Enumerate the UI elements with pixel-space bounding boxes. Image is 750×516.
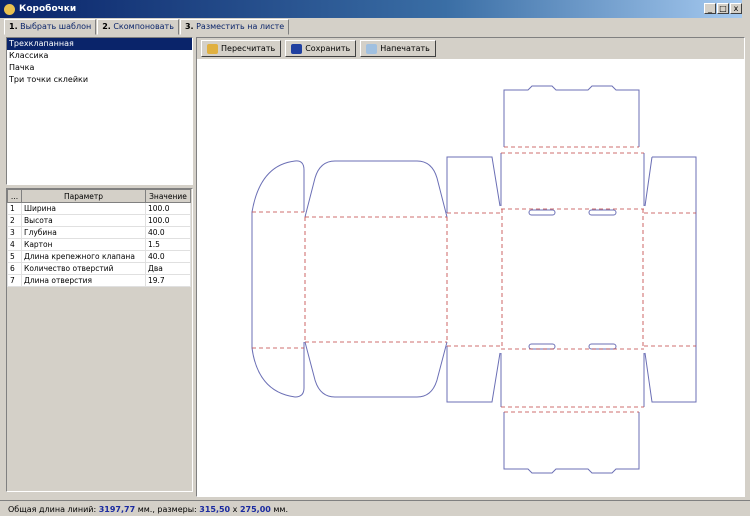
table-row[interactable]: 7 Длина отверстия 19.7 bbox=[7, 274, 191, 287]
cut-line bbox=[251, 160, 305, 398]
cut-line bbox=[500, 85, 645, 206]
button-label: Пересчитать bbox=[221, 44, 276, 53]
param-name: Глубина bbox=[21, 226, 146, 239]
cut-lines bbox=[251, 85, 697, 474]
status-bar: Общая длина линий: 3197,77 мм., размеры:… bbox=[0, 500, 750, 516]
list-item[interactable]: Три точки склейки bbox=[7, 74, 192, 86]
row-number: 7 bbox=[7, 274, 22, 287]
tab-place-on-sheet[interactable]: 3. Разместить на листе bbox=[179, 19, 290, 35]
param-value[interactable]: Два bbox=[145, 262, 191, 275]
fold-lines bbox=[252, 146, 696, 413]
row-number: 2 bbox=[7, 214, 22, 227]
table-row[interactable]: 1 Ширина 100.0 bbox=[7, 202, 191, 215]
tab-label: Скомпоновать bbox=[113, 22, 174, 31]
cut-line bbox=[644, 156, 697, 403]
status-label: мм., размеры: bbox=[137, 505, 197, 514]
tab-compose[interactable]: 2. Скомпоновать bbox=[97, 19, 179, 35]
maximize-button[interactable]: □ bbox=[717, 3, 729, 14]
toolbar: Пересчитать Сохранить Напечатать bbox=[201, 40, 436, 57]
fold-line bbox=[644, 212, 696, 347]
recalculate-button[interactable]: Пересчитать bbox=[201, 40, 282, 57]
row-number: 6 bbox=[7, 262, 22, 275]
hole bbox=[528, 343, 556, 350]
param-name: Высота bbox=[21, 214, 146, 227]
param-name: Количество отверстий bbox=[21, 262, 146, 275]
status-label: x bbox=[232, 505, 238, 514]
hole bbox=[528, 209, 556, 216]
box-layout-canvas[interactable] bbox=[197, 59, 744, 496]
cut-line bbox=[304, 160, 448, 398]
close-button[interactable]: x bbox=[730, 3, 742, 14]
param-value[interactable]: 100.0 bbox=[145, 202, 191, 215]
minimize-button[interactable]: _ bbox=[704, 3, 716, 14]
param-value[interactable]: 1.5 bbox=[145, 238, 191, 251]
row-number: 1 bbox=[7, 202, 22, 215]
row-number: 3 bbox=[7, 226, 22, 239]
row-number: 5 bbox=[7, 250, 22, 263]
tab-number: 3. bbox=[184, 22, 194, 31]
box-net-drawing bbox=[251, 85, 697, 474]
fold-line bbox=[304, 216, 448, 343]
cut-line bbox=[500, 353, 645, 474]
printer-icon bbox=[366, 43, 378, 54]
fold-line bbox=[447, 212, 501, 347]
tab-select-template[interactable]: 1. Выбрать шаблон bbox=[4, 19, 97, 35]
width-value: 315,50 bbox=[199, 505, 231, 514]
param-name: Картон bbox=[21, 238, 146, 251]
total-length-value: 3197,77 bbox=[98, 505, 136, 514]
title-bar: Коробочки bbox=[0, 0, 742, 18]
cut-line bbox=[446, 156, 501, 403]
param-name: Ширина bbox=[21, 202, 146, 215]
param-value[interactable]: 40.0 bbox=[145, 226, 191, 239]
column-header[interactable]: Параметр bbox=[21, 189, 146, 203]
tab-number: 2. bbox=[102, 22, 111, 31]
column-header[interactable]: Значение bbox=[145, 189, 191, 203]
param-value[interactable]: 19.7 bbox=[145, 274, 191, 287]
app-icon bbox=[4, 3, 15, 15]
row-number: 4 bbox=[7, 238, 22, 251]
recalculate-icon bbox=[207, 43, 218, 54]
save-button[interactable]: Сохранить bbox=[285, 40, 357, 57]
tab-label: Разместить на листе bbox=[196, 22, 285, 31]
status-label: мм. bbox=[273, 505, 288, 514]
table-row[interactable]: 4 Картон 1.5 bbox=[7, 238, 191, 251]
template-list[interactable]: Трехклапанная Классика Пачка Три точки с… bbox=[6, 37, 193, 185]
status-label: Общая длина линий: bbox=[8, 505, 97, 514]
param-name: Длина крепежного клапана bbox=[21, 250, 146, 263]
height-value: 275,00 bbox=[239, 505, 271, 514]
table-row[interactable]: 5 Длина крепежного клапана 40.0 bbox=[7, 250, 191, 263]
fold-line bbox=[252, 211, 304, 349]
table-row[interactable]: 6 Количество отверстий Два bbox=[7, 262, 191, 275]
print-button[interactable]: Напечатать bbox=[360, 40, 436, 57]
button-label: Напечатать bbox=[380, 44, 430, 53]
param-name: Длина отверстия bbox=[21, 274, 146, 287]
list-item[interactable]: Пачка bbox=[7, 62, 192, 74]
window-title: Коробочки bbox=[19, 4, 77, 14]
button-label: Сохранить bbox=[305, 44, 351, 53]
param-value[interactable]: 100.0 bbox=[145, 214, 191, 227]
list-item[interactable]: Трехклапанная bbox=[7, 38, 192, 50]
tab-label: Выбрать шаблон bbox=[20, 22, 92, 31]
parameters-grid: ... Параметр Значение 1 Ширина 100.0 2 Высот… bbox=[6, 188, 193, 492]
hole bbox=[588, 209, 617, 216]
table-row[interactable]: 2 Высота 100.0 bbox=[7, 214, 191, 227]
list-item[interactable]: Классика bbox=[7, 50, 192, 62]
fold-line bbox=[501, 146, 644, 413]
table-row[interactable]: 3 Глубина 40.0 bbox=[7, 226, 191, 239]
hole bbox=[588, 343, 617, 350]
param-value[interactable]: 40.0 bbox=[145, 250, 191, 263]
floppy-disk-icon bbox=[291, 43, 303, 54]
tab-number: 1. bbox=[9, 22, 18, 31]
column-header[interactable]: ... bbox=[7, 189, 22, 203]
